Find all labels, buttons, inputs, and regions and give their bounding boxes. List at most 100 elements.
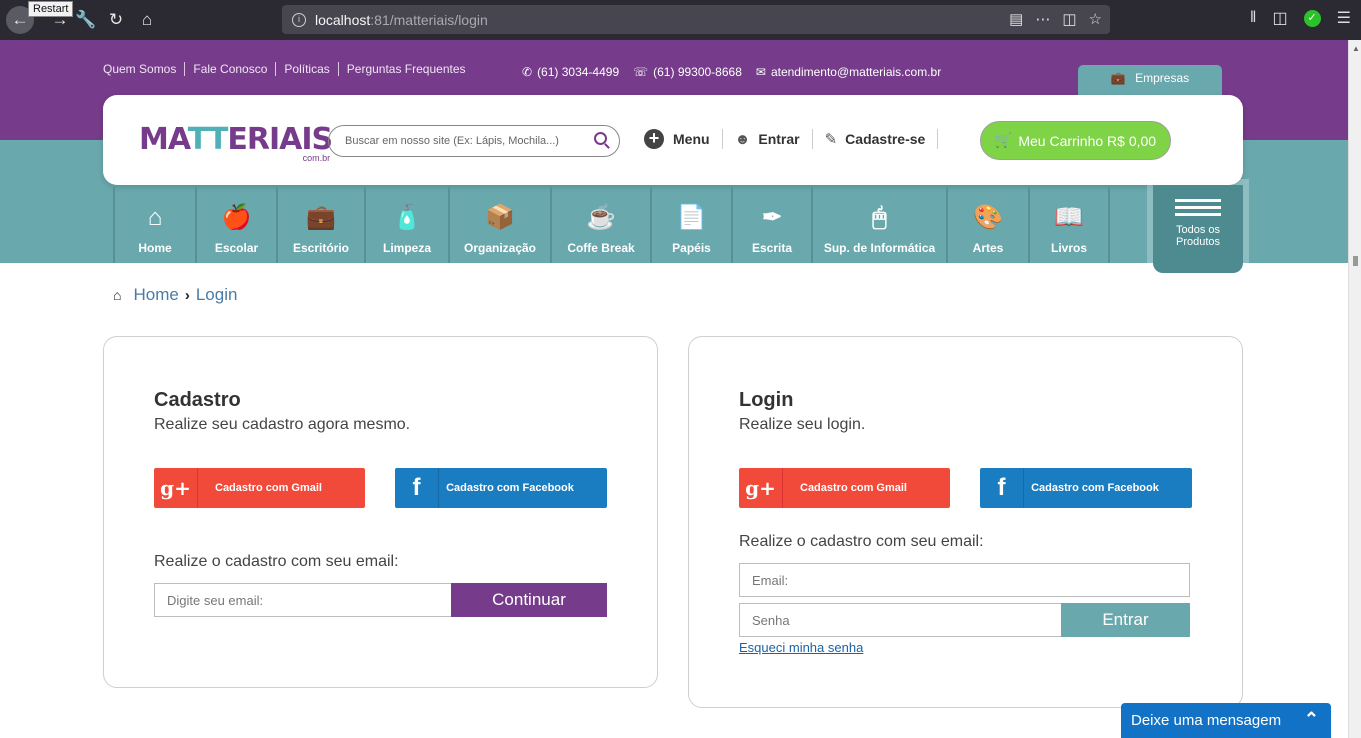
vertical-scrollbar[interactable]: ▲ xyxy=(1348,40,1361,738)
more-actions-icon[interactable]: ⋯ xyxy=(1035,10,1050,28)
login-gmail-button[interactable]: g+ Cadastro com Gmail xyxy=(739,468,950,508)
hamburger-icon xyxy=(1175,199,1221,216)
breadcrumb: ⌂ Home › Login xyxy=(113,285,237,305)
continue-button[interactable]: Continuar xyxy=(451,583,607,617)
login-facebook-button[interactable]: f Cadastro com Facebook xyxy=(980,468,1192,508)
url-text: localhost:81/matteriais/login xyxy=(315,11,488,28)
book-icon: 📖 xyxy=(1054,204,1084,231)
cart-button[interactable]: 🛒 Meu Carrinho R$ 0,00 xyxy=(980,121,1171,160)
category-livros[interactable]: 📖 Livros xyxy=(1028,187,1110,263)
whatsapp-contact[interactable]: ☏ (61) 99300-8668 xyxy=(633,65,742,79)
link-quem-somos[interactable]: Quem Somos xyxy=(103,62,184,76)
reader-view-icon[interactable]: ▤ xyxy=(1009,10,1023,28)
register-email-label: Realize o cadastro com seu email: xyxy=(154,553,399,570)
briefcase-icon: 💼 xyxy=(306,204,336,231)
category-escolar[interactable]: 🍎 Escolar xyxy=(195,187,276,263)
header-card: MATTERIAIS com.br + Menu ☻ Entrar ✎ Cada… xyxy=(103,95,1243,185)
header-actions: + Menu ☻ Entrar ✎ Cadastre-se xyxy=(644,129,939,149)
wrench-icon[interactable]: 🔧 xyxy=(74,8,98,32)
link-fale-conosco[interactable]: Fale Conosco xyxy=(184,62,275,76)
login-subtitle: Realize seu login. xyxy=(739,416,866,433)
home-icon[interactable]: ⌂ xyxy=(113,287,121,303)
login-title: Login xyxy=(739,389,794,411)
palette-icon: 🎨 xyxy=(973,204,1003,231)
category-artes[interactable]: 🎨 Artes xyxy=(946,187,1028,263)
library-icon[interactable]: ‖ xyxy=(1250,9,1257,27)
google-plus-icon: g+ xyxy=(154,468,198,508)
empresas-tab[interactable]: 💼 Empresas xyxy=(1078,65,1222,95)
email-contact[interactable]: ✉ atendimento@matteriais.com.br xyxy=(756,65,941,79)
page-content: Quem Somos Fale Conosco Políticas Pergun… xyxy=(0,40,1348,738)
pencil-icon: ✎ xyxy=(824,131,838,148)
register-card: Cadastro Realize seu cadastro agora mesm… xyxy=(103,336,658,688)
chevron-up-icon[interactable]: ⌃ xyxy=(1304,709,1319,730)
google-plus-icon: g+ xyxy=(739,468,783,508)
forgot-password-link[interactable]: Esqueci minha senha xyxy=(739,640,863,655)
check-icon[interactable]: ✓ xyxy=(1303,9,1321,27)
link-perguntas-frequentes[interactable]: Perguntas Frequentes xyxy=(337,62,474,76)
phone-icon: ✆ xyxy=(522,65,533,79)
login-email-input[interactable] xyxy=(739,563,1190,597)
phone-contact[interactable]: ✆ (61) 3034-4499 xyxy=(522,65,619,79)
sidebar-icon[interactable]: ◫ xyxy=(1273,8,1288,28)
house-icon: ⌂ xyxy=(147,204,163,231)
apple-books-icon: 🍎 xyxy=(221,204,252,231)
login-submit-button[interactable]: Entrar xyxy=(1061,603,1190,637)
whatsapp-icon: ☏ xyxy=(633,65,649,79)
category-home[interactable]: ⌂ Home xyxy=(113,187,195,263)
reload-icon[interactable]: ↻ xyxy=(104,8,128,32)
category-escrita[interactable]: ✒ Escrita xyxy=(731,187,811,263)
hamburger-menu-icon[interactable]: ☰ xyxy=(1337,8,1351,28)
category-coffe-break[interactable]: ☕ Coffe Break xyxy=(550,187,650,263)
briefcase-icon: 💼 xyxy=(1110,71,1126,85)
paper-stack-icon: 📄 xyxy=(676,204,707,231)
bookmark-star-icon[interactable]: ☆ xyxy=(1089,10,1102,28)
mouse-icon: 🖱 xyxy=(872,204,887,231)
url-bar[interactable]: i localhost:81/matteriais/login ▤ ⋯ ◫ ☆ xyxy=(282,5,1110,34)
category-limpeza[interactable]: 🧴 Limpeza xyxy=(364,187,448,263)
chevron-right-icon: › xyxy=(184,286,190,304)
register-gmail-button[interactable]: g+ Cadastro com Gmail xyxy=(154,468,365,508)
register-title: Cadastro xyxy=(154,389,241,411)
user-icon: ☻ xyxy=(734,130,751,148)
login-password-input[interactable] xyxy=(739,603,1062,637)
category-nav: ⌂ Home 🍎 Escolar 💼 Escritório 🧴 Limpeza 📦 Org… xyxy=(113,187,1110,263)
all-products-button[interactable]: Todos os Produtos xyxy=(1153,185,1243,273)
pen-icon: ✒ xyxy=(761,204,783,231)
scroll-up-arrow-icon[interactable]: ▲ xyxy=(1352,44,1360,53)
search-input[interactable] xyxy=(329,126,579,156)
plus-circle-icon: + xyxy=(644,129,664,149)
chat-widget[interactable]: Deixe uma mensagem ⌃ xyxy=(1121,703,1331,738)
category-papeis[interactable]: 📄 Papéis xyxy=(650,187,731,263)
pocket-icon[interactable]: ◫ xyxy=(1062,10,1076,28)
restart-tooltip: Restart xyxy=(28,1,74,17)
logo[interactable]: MATTERIAIS com.br xyxy=(139,125,333,164)
register-facebook-button[interactable]: f Cadastro com Facebook xyxy=(395,468,607,508)
search-box xyxy=(328,125,620,157)
menu-button[interactable]: + Menu xyxy=(644,129,723,149)
login-email-label: Realize o cadastro com seu email: xyxy=(739,533,984,550)
facebook-icon: f xyxy=(980,468,1024,508)
scrollbar-thumb[interactable] xyxy=(1353,256,1358,266)
breadcrumb-home[interactable]: Home xyxy=(133,285,178,305)
envelope-icon: ✉ xyxy=(755,65,766,79)
browser-toolbar: ← Restart → 🔧 ↻ ⌂ i localhost:81/matteri… xyxy=(0,0,1361,40)
category-informatica[interactable]: 🖱 Sup. de Informática xyxy=(811,187,946,263)
info-icon[interactable]: i xyxy=(292,12,306,27)
category-escritorio[interactable]: 💼 Escritório xyxy=(276,187,364,263)
category-organizacao[interactable]: 📦 Organização xyxy=(448,187,550,263)
search-icon[interactable] xyxy=(594,132,607,145)
box-icon: 📦 xyxy=(485,204,515,231)
link-politicas[interactable]: Políticas xyxy=(275,62,337,76)
home-icon[interactable]: ⌂ xyxy=(135,8,159,32)
register-email-input[interactable] xyxy=(154,583,452,617)
cart-icon: 🛒 xyxy=(994,132,1013,148)
register-subtitle: Realize seu cadastro agora mesmo. xyxy=(154,416,411,433)
top-links: Quem Somos Fale Conosco Políticas Pergun… xyxy=(103,62,474,76)
login-link[interactable]: ☻ Entrar xyxy=(723,129,813,149)
breadcrumb-current: Login xyxy=(195,285,238,304)
register-link[interactable]: ✎ Cadastre-se xyxy=(813,129,939,149)
coffee-cup-icon: ☕ xyxy=(586,204,616,231)
spray-bottle-icon: 🧴 xyxy=(392,204,422,231)
contacts: ✆ (61) 3034-4499 ☏ (61) 99300-8668 ✉ atendi… xyxy=(522,65,941,79)
